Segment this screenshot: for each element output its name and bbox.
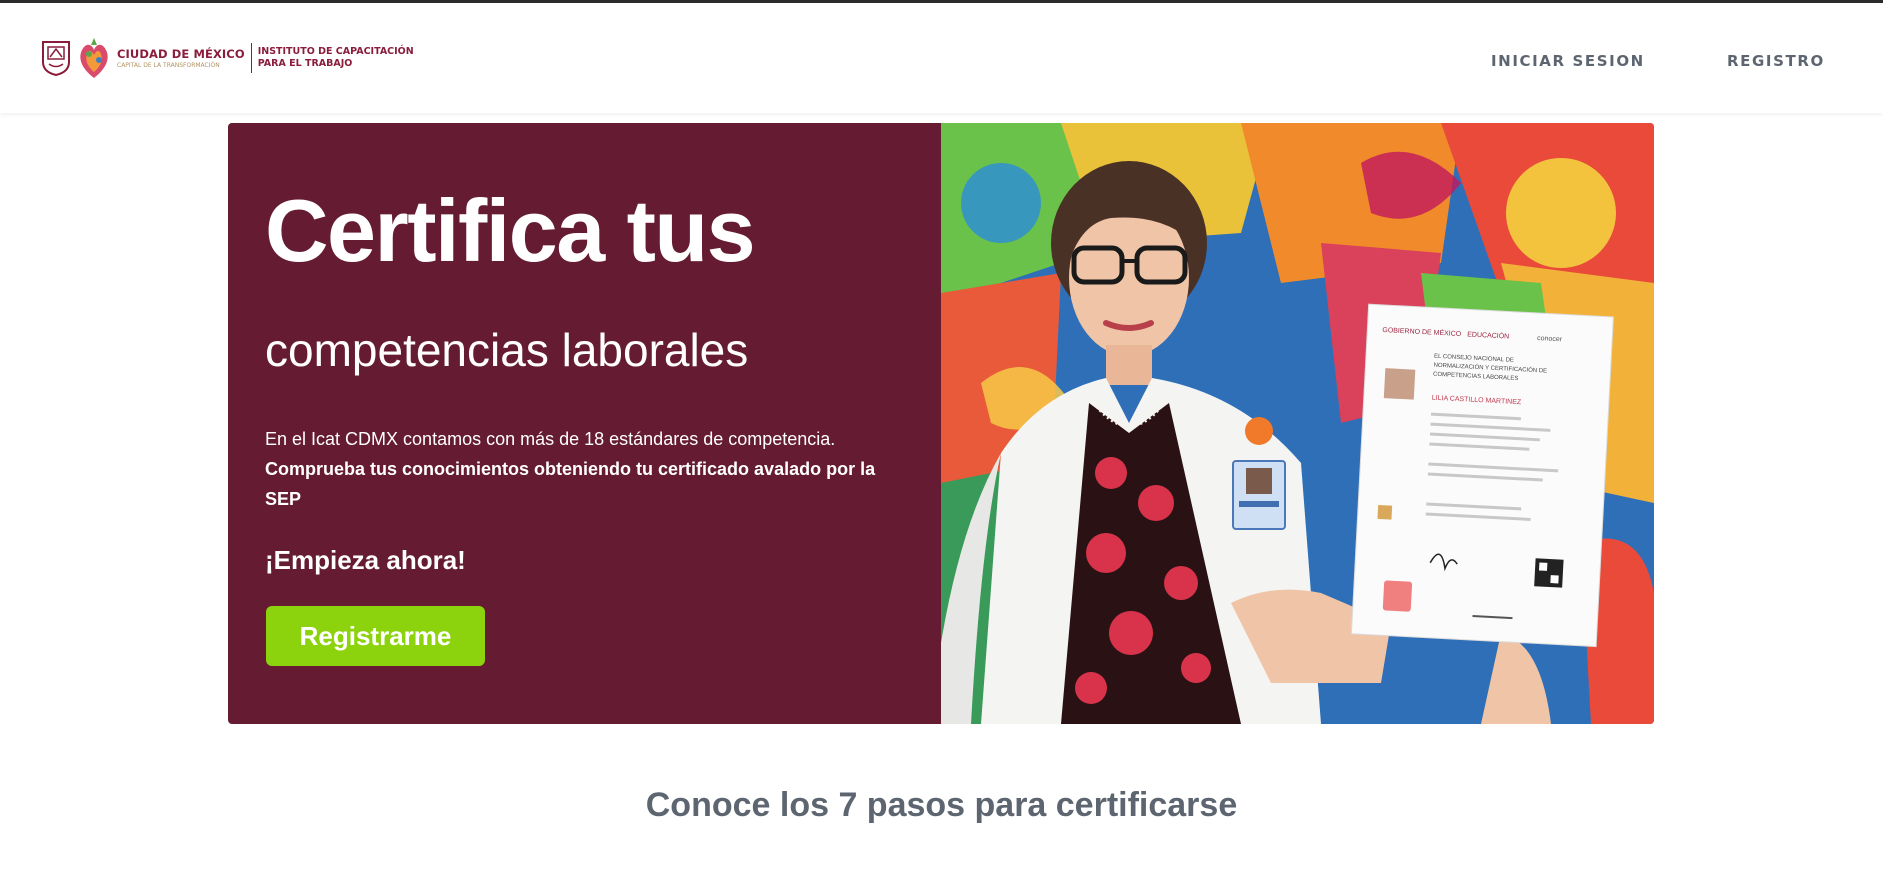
institute-name: INSTITUTO DE CAPACITACIÓN PARA EL TRABAJ…: [258, 46, 414, 70]
city-brand: CIUDAD DE MÉXICO CAPITAL DE LA TRANSFORM…: [117, 47, 245, 70]
hero-description-normal: En el Icat CDMX contamos con más de 18 e…: [265, 429, 836, 449]
hero-subtitle: competencias laborales: [265, 324, 749, 376]
hero-title: Certifica tus: [265, 181, 756, 280]
site-logo[interactable]: CIUDAD DE MÉXICO CAPITAL DE LA TRANSFORM…: [40, 36, 414, 80]
navbar: CIUDAD DE MÉXICO CAPITAL DE LA TRANSFORM…: [0, 3, 1883, 113]
register-button[interactable]: Registrarme: [266, 606, 485, 666]
hero-photo-illustration: GOBIERNO DE MÉXICO EDUCACIÓN conocer EL …: [941, 123, 1654, 724]
cdmx-seal-icon: [42, 41, 70, 76]
cdmx-heart-icon: [80, 38, 108, 78]
logo-divider: [250, 43, 252, 73]
hero-image: GOBIERNO DE MÉXICO EDUCACIÓN conocer EL …: [941, 123, 1654, 724]
city-name: CIUDAD DE MÉXICO: [117, 46, 245, 61]
institute-line-1: INSTITUTO DE CAPACITACIÓN: [257, 46, 414, 57]
nav-login-link[interactable]: INICIAR SESION: [1491, 52, 1645, 70]
hero-panel: Certifica tus competencias laborales En …: [228, 123, 941, 724]
institute-line-2: PARA EL TRABAJO: [257, 58, 353, 69]
hero-description-bold: Comprueba tus conocimientos obteniendo t…: [265, 459, 876, 509]
steps-section-title: Conoce los 7 pasos para certificarse: [645, 786, 1238, 824]
nav-register-link[interactable]: REGISTRO: [1727, 52, 1825, 70]
cert-brand: conocer: [1537, 335, 1563, 343]
hero-cta-text: ¡Empieza ahora!: [265, 545, 466, 575]
city-tagline: CAPITAL DE LA TRANSFORMACIÓN: [117, 61, 220, 69]
hero-description: En el Icat CDMX contamos con más de 18 e…: [265, 424, 905, 514]
